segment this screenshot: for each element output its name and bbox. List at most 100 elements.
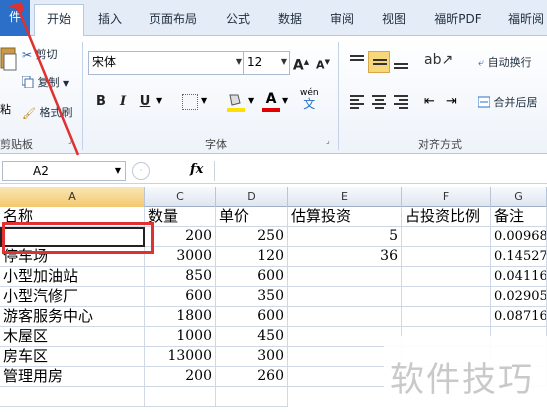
align-bottom-icon[interactable] bbox=[390, 51, 412, 73]
tab-review[interactable]: 审阅 bbox=[326, 6, 358, 36]
cell[interactable]: 350 bbox=[216, 287, 288, 307]
align-center-icon[interactable] bbox=[368, 91, 390, 113]
cell[interactable]: 600 bbox=[216, 267, 288, 287]
tab-formulas[interactable]: 公式 bbox=[222, 6, 254, 36]
cell[interactable]: 0.02905 bbox=[491, 287, 547, 307]
decrease-indent-icon[interactable]: ⇤ bbox=[424, 94, 435, 109]
cell[interactable] bbox=[288, 267, 402, 287]
phonetic-guide-button[interactable]: wén 文 bbox=[300, 88, 319, 112]
cell[interactable]: 单价 bbox=[216, 207, 288, 227]
font-color-dropdown-icon[interactable]: ▼ bbox=[282, 96, 288, 105]
paint-bucket-icon bbox=[227, 94, 245, 112]
font-color-swatch bbox=[262, 108, 280, 112]
cell[interactable] bbox=[402, 267, 491, 287]
fill-color-dropdown-icon[interactable]: ▼ bbox=[248, 96, 254, 105]
cell[interactable]: 房车区 bbox=[0, 347, 145, 367]
cell[interactable]: 850 bbox=[145, 267, 216, 287]
name-box-value: A2 bbox=[33, 164, 49, 178]
column-header-e[interactable]: E bbox=[288, 187, 402, 207]
font-color-button[interactable]: A bbox=[260, 91, 282, 113]
tab-page-layout[interactable]: 页面布局 bbox=[143, 6, 203, 36]
cell[interactable] bbox=[402, 227, 491, 247]
orientation-icon[interactable]: ab↗ bbox=[424, 52, 453, 68]
align-left-icon[interactable] bbox=[346, 91, 368, 113]
cell[interactable]: 占投资比例 bbox=[402, 207, 491, 227]
tab-view[interactable]: 视图 bbox=[378, 6, 410, 36]
cell[interactable] bbox=[402, 247, 491, 267]
cell[interactable] bbox=[402, 287, 491, 307]
cell[interactable]: 450 bbox=[216, 327, 288, 347]
formula-input[interactable] bbox=[214, 161, 547, 181]
phonetic-glyph-icon: 文 bbox=[303, 97, 316, 111]
align-top-icon[interactable] bbox=[346, 51, 368, 73]
font-size-combo[interactable]: 12 ▼ bbox=[243, 51, 290, 75]
shrink-font-button[interactable]: A▼ bbox=[312, 51, 334, 73]
tab-foxit-reader[interactable]: 福昕阅 bbox=[505, 6, 547, 36]
align-right-icon[interactable] bbox=[390, 91, 412, 113]
cell[interactable]: 0.08716 bbox=[491, 307, 547, 327]
insert-function-button[interactable]: fx bbox=[190, 162, 203, 177]
column-header-c[interactable]: C bbox=[145, 187, 216, 207]
column-header-g[interactable]: G bbox=[491, 187, 547, 207]
cell[interactable] bbox=[402, 307, 491, 327]
align-middle-icon[interactable] bbox=[368, 51, 390, 73]
font-launcher-icon[interactable]: ⌟ bbox=[326, 136, 330, 145]
font-group-label: 字体 bbox=[205, 138, 227, 151]
cell[interactable]: 200 bbox=[145, 227, 216, 247]
fill-color-button[interactable] bbox=[226, 91, 246, 113]
cell[interactable]: 5 bbox=[288, 227, 402, 247]
cell[interactable]: 管理用房 bbox=[0, 367, 145, 387]
chevron-down-icon[interactable]: ▼ bbox=[115, 162, 121, 180]
tab-data[interactable]: 数据 bbox=[274, 6, 306, 36]
cell[interactable]: 250 bbox=[216, 227, 288, 247]
chevron-down-icon[interactable]: ▼ bbox=[281, 52, 287, 72]
cell[interactable]: 备注 bbox=[491, 207, 547, 227]
borders-dropdown-icon[interactable]: ▼ bbox=[201, 96, 207, 105]
increase-indent-icon[interactable]: ⇥ bbox=[446, 94, 457, 109]
wrap-text-icon: ⤶ bbox=[478, 56, 485, 69]
cell[interactable]: 小型加油站 bbox=[0, 267, 145, 287]
cell[interactable] bbox=[216, 387, 288, 407]
column-header-f[interactable]: F bbox=[402, 187, 491, 207]
wrap-text-button[interactable]: ⤶ 自动换行 bbox=[478, 54, 532, 70]
tab-foxit-pdf[interactable]: 福昕PDF bbox=[427, 6, 489, 36]
cell[interactable] bbox=[288, 287, 402, 307]
underline-dropdown-icon[interactable]: ▼ bbox=[156, 96, 162, 105]
cell[interactable]: 小型汽修厂 bbox=[0, 287, 145, 307]
annotation-arrow-icon bbox=[8, 2, 80, 156]
merge-cells-icon bbox=[477, 96, 491, 111]
grow-font-label: A bbox=[292, 57, 304, 74]
name-box[interactable]: A2 ▼ bbox=[2, 161, 126, 181]
column-header-d[interactable]: D bbox=[216, 187, 288, 207]
cell[interactable]: 600 bbox=[216, 307, 288, 327]
cell[interactable]: 木屋区 bbox=[0, 327, 145, 347]
cell[interactable]: 200 bbox=[145, 367, 216, 387]
underline-button[interactable]: U bbox=[134, 91, 156, 113]
cell[interactable] bbox=[0, 387, 145, 407]
font-name-combo[interactable]: 宋体 ▼ bbox=[88, 51, 245, 75]
cell[interactable]: 300 bbox=[216, 347, 288, 367]
cell[interactable]: 36 bbox=[288, 247, 402, 267]
italic-button[interactable]: I bbox=[112, 91, 134, 113]
cell[interactable]: 估算投资 bbox=[288, 207, 402, 227]
merge-center-button[interactable]: 合并后居 bbox=[477, 94, 538, 111]
cell[interactable]: 260 bbox=[216, 367, 288, 387]
cell[interactable]: 数量 bbox=[145, 207, 216, 227]
grow-font-button[interactable]: A▲ bbox=[290, 51, 312, 74]
cell[interactable]: 3000 bbox=[145, 247, 216, 267]
cell[interactable]: 13000 bbox=[145, 347, 216, 367]
cell[interactable]: 120 bbox=[216, 247, 288, 267]
watermark-text: 软件技巧 bbox=[390, 360, 534, 400]
cell[interactable] bbox=[288, 307, 402, 327]
cell[interactable]: 游客服务中心 bbox=[0, 307, 145, 327]
cell[interactable]: 0.00968 bbox=[491, 227, 547, 247]
borders-icon[interactable] bbox=[182, 94, 198, 110]
cell[interactable]: 1800 bbox=[145, 307, 216, 327]
cell[interactable]: 600 bbox=[145, 287, 216, 307]
column-header-a[interactable]: A bbox=[0, 187, 145, 207]
cell[interactable]: 0.14527 bbox=[491, 247, 547, 267]
cell[interactable]: 1000 bbox=[145, 327, 216, 347]
cell[interactable] bbox=[145, 387, 216, 407]
chevron-down-icon[interactable]: ▼ bbox=[236, 52, 242, 72]
cell[interactable]: 0.04116 bbox=[491, 267, 547, 287]
